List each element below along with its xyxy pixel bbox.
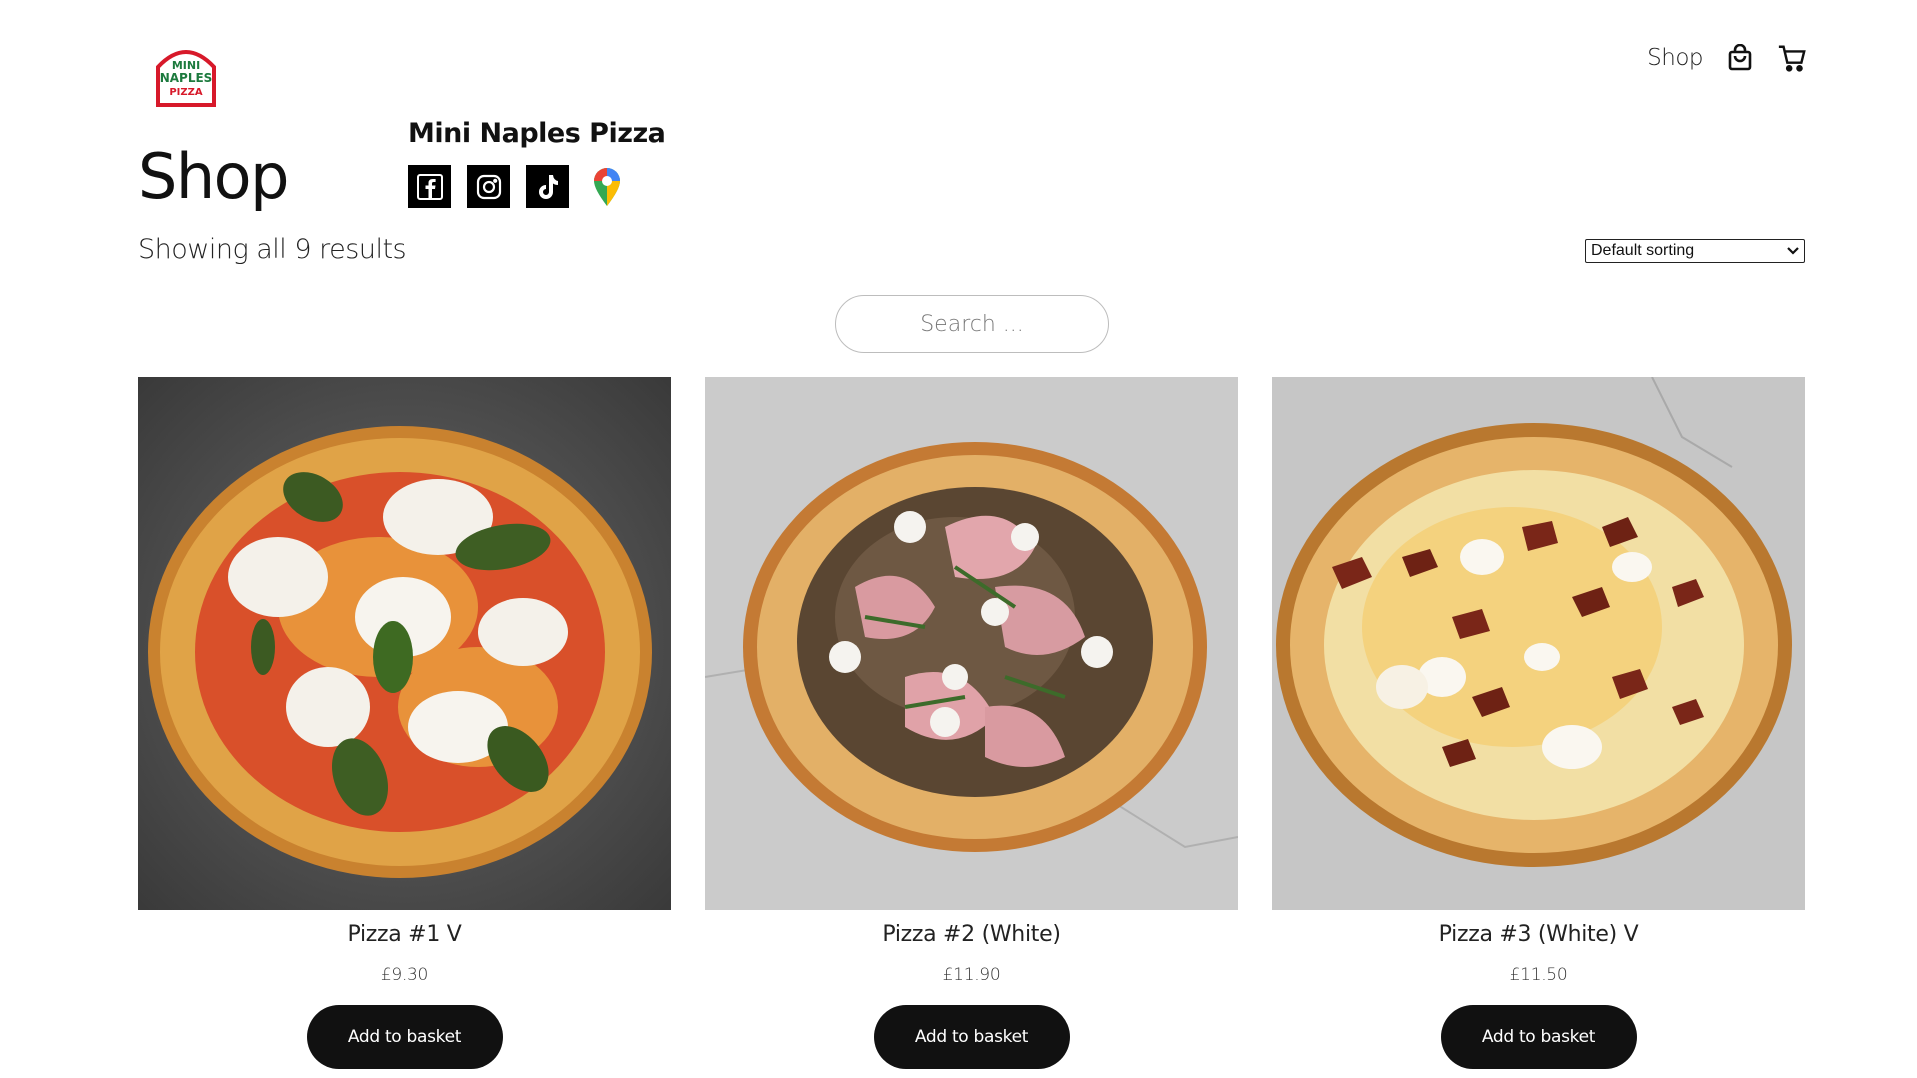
product-price: £11.90 [942, 965, 1001, 985]
brand-block: Mini Naples Pizza [408, 118, 666, 208]
add-to-basket-button[interactable]: Add to basket [306, 1005, 503, 1069]
search-input[interactable] [836, 296, 1108, 352]
shopping-bag-icon[interactable] [1725, 42, 1755, 74]
social-links [408, 165, 665, 208]
sorting-select[interactable]: Default sorting [1585, 239, 1805, 263]
product-image[interactable] [705, 377, 1238, 910]
page-title: Shop [138, 140, 289, 213]
shop-page: MINI NAPLES PIZZA Shop Shop Mini Naples … [0, 0, 1917, 1078]
chevron-down-icon [1787, 242, 1799, 260]
sorting-selected-value: Default sorting [1591, 242, 1695, 259]
google-maps-icon[interactable] [585, 165, 628, 208]
mini-naples-pizza-logo[interactable]: MINI NAPLES PIZZA [150, 45, 222, 107]
instagram-icon[interactable] [467, 165, 510, 208]
product-price: £9.30 [380, 965, 429, 985]
product-name[interactable]: Pizza #1 V [138, 922, 671, 947]
svg-text:PIZZA: PIZZA [169, 87, 203, 98]
nav-shop-link[interactable]: Shop [1647, 45, 1703, 71]
results-count: Showing all 9 results [138, 234, 407, 265]
svg-text:NAPLES: NAPLES [160, 71, 213, 85]
search-box [835, 295, 1109, 353]
brand-name: Mini Naples Pizza [408, 118, 666, 149]
product-card: Pizza #3 (White) V £11.50 Add to basket [1272, 377, 1805, 1069]
product-name[interactable]: Pizza #3 (White) V [1272, 922, 1805, 947]
top-navigation: Shop [1647, 42, 1807, 74]
facebook-icon[interactable] [408, 165, 451, 208]
product-image[interactable] [1272, 377, 1805, 910]
product-card: Pizza #2 (White) £11.90 Add to basket [705, 377, 1238, 1069]
product-image[interactable] [138, 377, 671, 910]
add-to-basket-button[interactable]: Add to basket [1440, 1005, 1637, 1069]
tiktok-icon[interactable] [526, 165, 569, 208]
product-price: £11.50 [1509, 965, 1568, 985]
cart-icon[interactable] [1777, 42, 1807, 74]
product-name[interactable]: Pizza #2 (White) [705, 922, 1238, 947]
add-to-basket-button[interactable]: Add to basket [873, 1005, 1070, 1069]
product-card: Pizza #1 V £9.30 Add to basket [138, 377, 671, 1069]
